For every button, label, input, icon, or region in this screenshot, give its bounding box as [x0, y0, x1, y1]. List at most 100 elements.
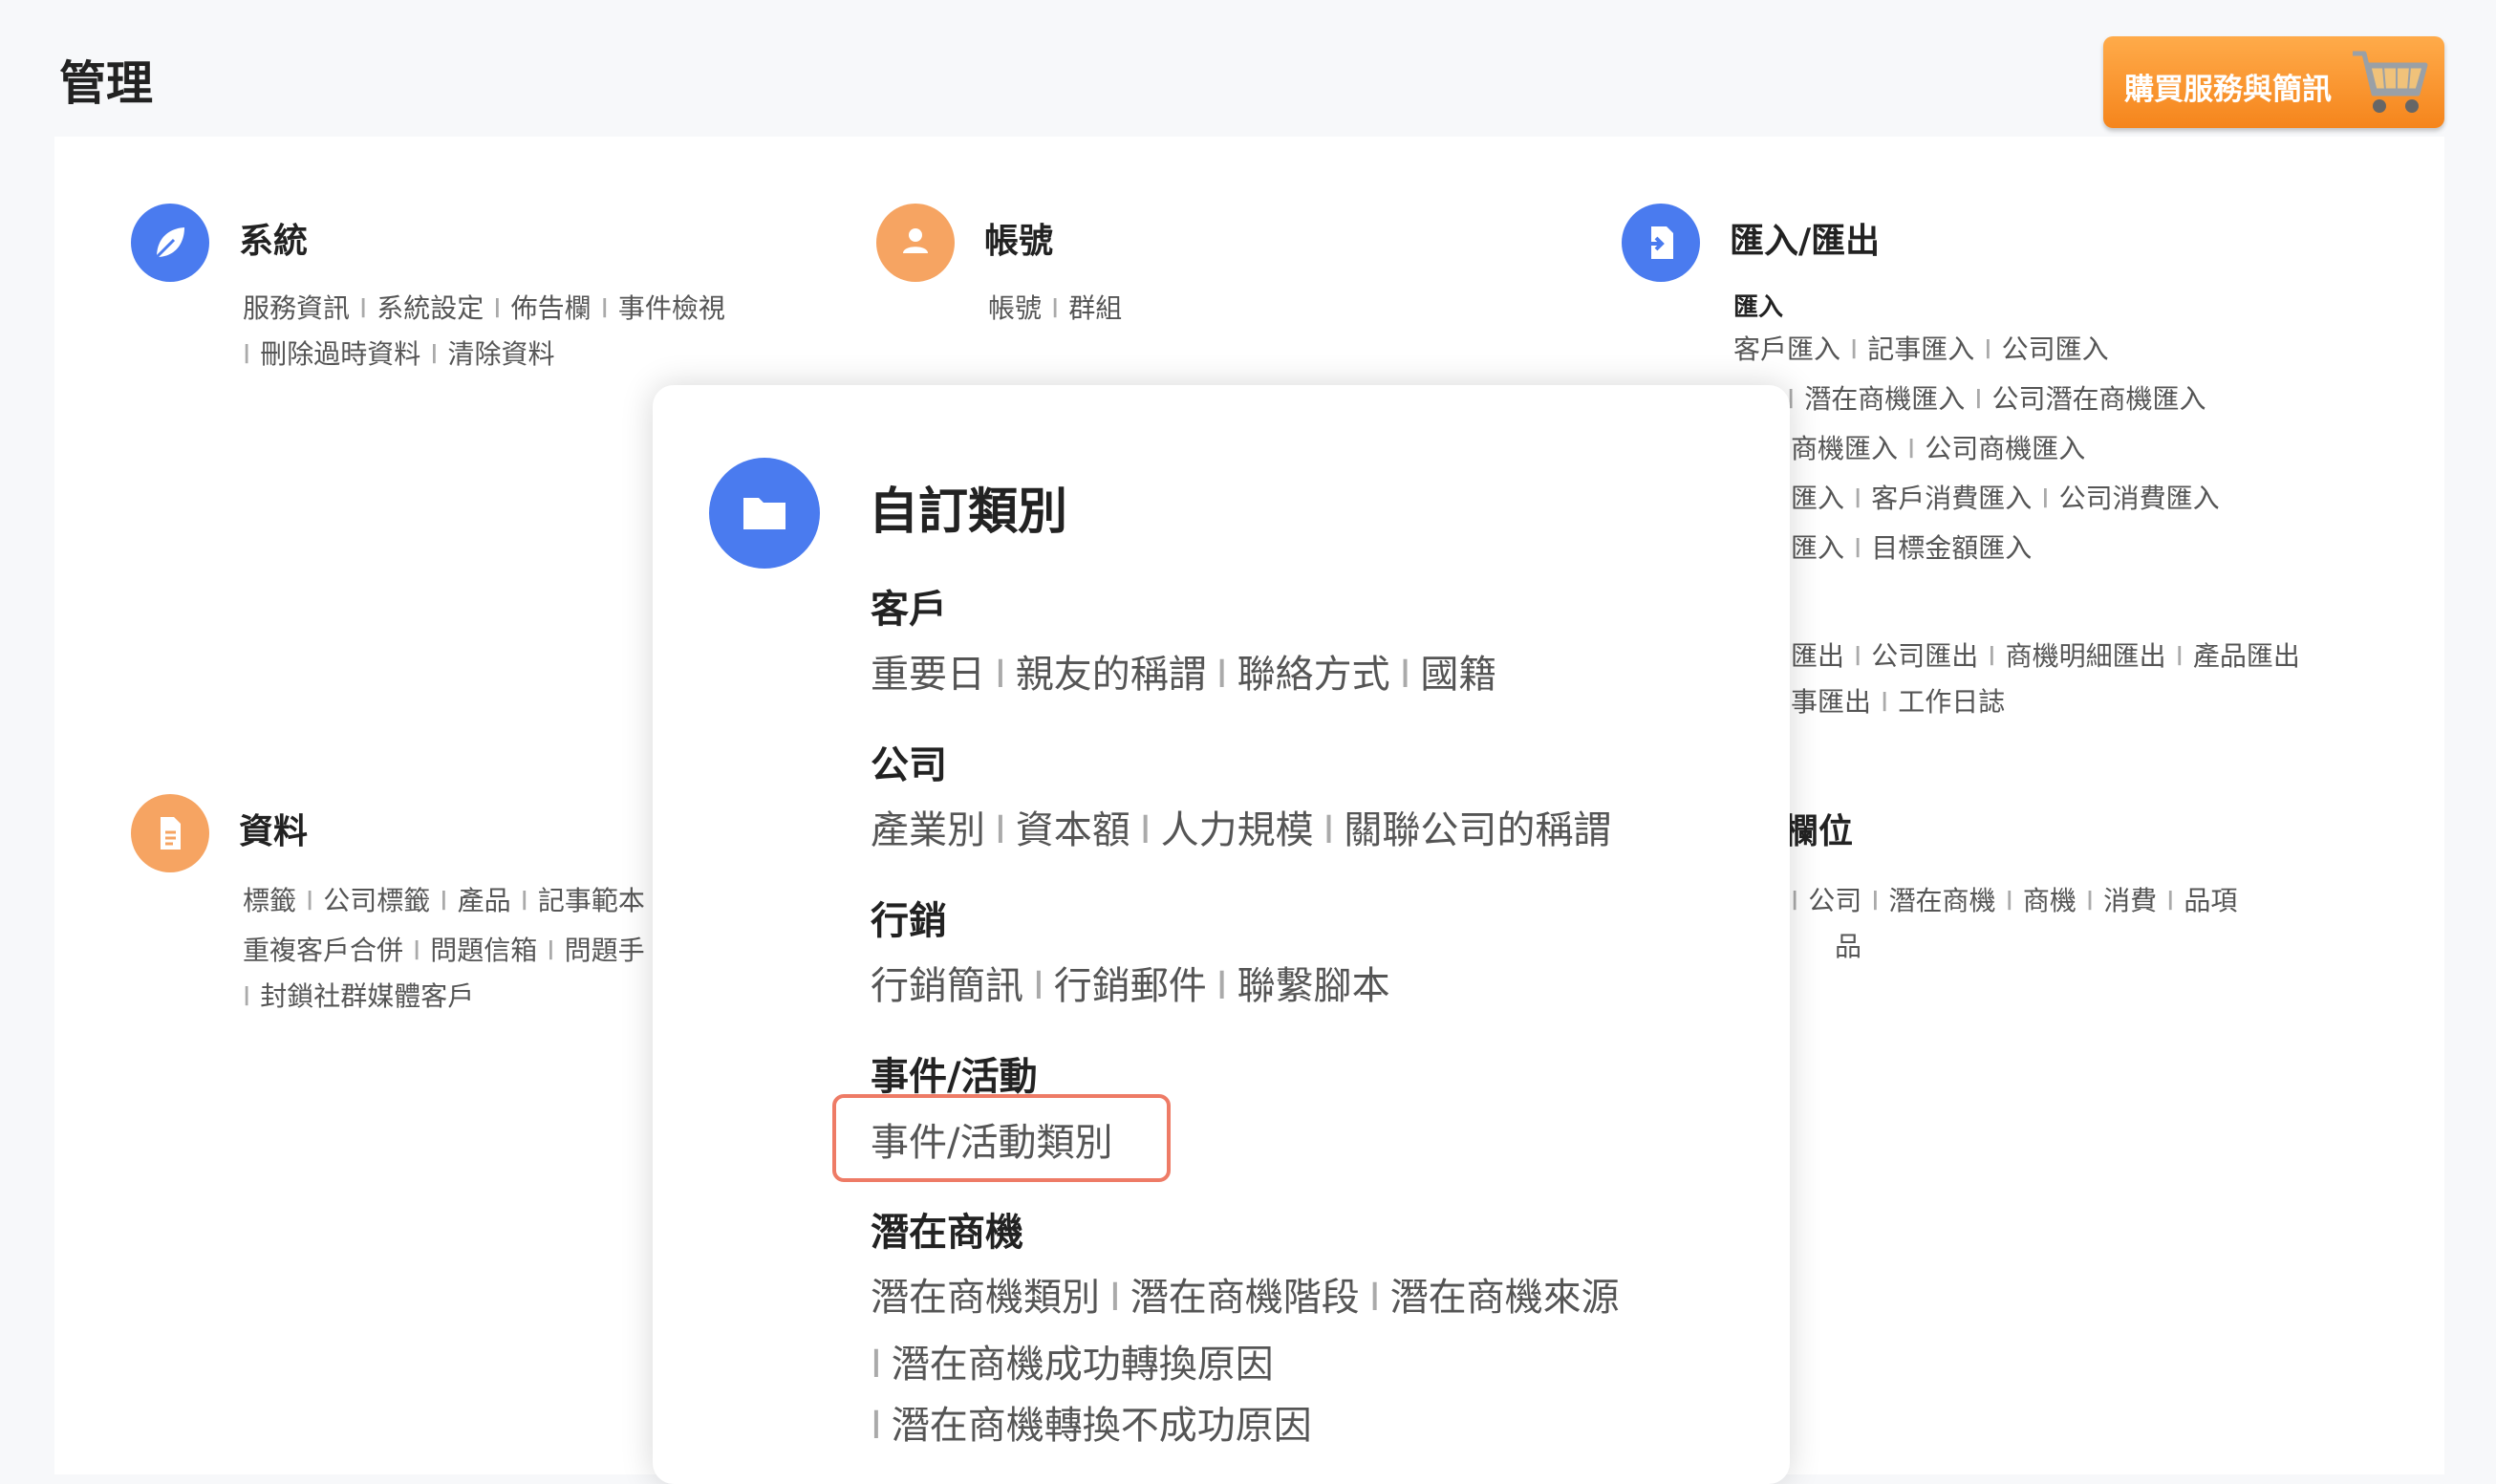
- separator: I: [1791, 885, 1799, 916]
- link-event-view[interactable]: 事件檢視: [618, 292, 725, 324]
- link-company-import[interactable]: 公司匯入: [2002, 333, 2109, 365]
- import-links-row-1: 客戶匯入 I 記事匯入 I 公司匯入: [1733, 329, 2109, 367]
- link-lead-failure-reasons[interactable]: 潛在商機轉換不成功原因: [892, 1404, 1312, 1448]
- link-lead-stages[interactable]: 潛在商機階段: [1130, 1276, 1360, 1320]
- link-note-templates[interactable]: 記事範本: [538, 885, 645, 916]
- link-export-partial[interactable]: 匯出: [1791, 640, 1844, 672]
- separator: I: [440, 885, 448, 916]
- separator: I: [1216, 653, 1228, 697]
- link-note-import[interactable]: 記事匯入: [1867, 333, 1974, 365]
- lead-group-heading: 潛在商機: [871, 1211, 1023, 1255]
- account-links-row-1: 帳號 I 群組: [988, 288, 1122, 326]
- data-links-row-2: 重複客戶合併 I 問題信箱 I 問題手: [243, 930, 645, 968]
- company-group-heading: 公司: [871, 743, 947, 787]
- link-bulletin-board[interactable]: 佈告欄: [511, 292, 592, 324]
- link-affiliated-company-titles[interactable]: 關聯公司的稱謂: [1344, 808, 1611, 852]
- link-merge-duplicate-customers[interactable]: 重複客戶合併: [243, 935, 403, 966]
- link-clear-data[interactable]: 清除資料: [448, 338, 555, 370]
- link-service-info[interactable]: 服務資訊: [243, 292, 350, 324]
- link-groups[interactable]: 群組: [1068, 292, 1122, 324]
- link-customer-import[interactable]: 客戶匯入: [1733, 333, 1840, 365]
- account-section-icon: [876, 204, 955, 282]
- link-import-partial[interactable]: 匯入: [1791, 483, 1844, 514]
- link-company-tags[interactable]: 公司標籤: [323, 885, 430, 916]
- link-company-lead-import[interactable]: 公司潛在商機匯入: [1992, 383, 2206, 415]
- link-important-dates[interactable]: 重要日: [871, 653, 985, 697]
- data-links-row-3: I 封鎖社群媒體客戶: [243, 976, 474, 1014]
- fields-links-row-1: I 公司 I 潛在商機 I 商機 I 消費 I 品項: [1791, 880, 2237, 918]
- link-lead-success-reasons[interactable]: 潛在商機成功轉換原因: [892, 1343, 1274, 1387]
- link-industry[interactable]: 產業別: [871, 808, 985, 852]
- link-marketing-sms[interactable]: 行銷簡訊: [871, 964, 1023, 1008]
- link-issue-inbox[interactable]: 問題信箱: [430, 935, 537, 966]
- import-file-icon: [1646, 226, 1673, 259]
- link-target-amount-import[interactable]: 目標金額匯入: [1871, 532, 2032, 564]
- link-product-export[interactable]: 產品匯出: [2193, 640, 2300, 672]
- separator: I: [995, 808, 1006, 852]
- link-delete-old-data[interactable]: 刪除過時資料: [260, 338, 420, 370]
- link-system-settings[interactable]: 系統設定: [377, 292, 484, 324]
- marketing-group-links: 行銷簡訊 I 行銷郵件 I 聯繫腳本: [871, 955, 1390, 1010]
- link-field-opportunity[interactable]: 商機: [2023, 885, 2076, 916]
- link-company-export[interactable]: 公司匯出: [1871, 640, 1978, 672]
- link-lead-import[interactable]: 潛在商機匯入: [1804, 383, 1965, 415]
- separator: I: [359, 292, 368, 324]
- link-issue-partial[interactable]: 問題手: [565, 935, 645, 966]
- custom-categories-card: 自訂類別 客戶 重要日 I 親友的稱謂 I 聯絡方式 I 國籍 公司 產業別 I 資本額 I 人力規…: [653, 385, 1790, 1484]
- link-nationality[interactable]: 國籍: [1420, 653, 1496, 697]
- link-field-item[interactable]: 品項: [2184, 885, 2237, 916]
- link-block-social-customers[interactable]: 封鎖社群媒體客戶: [260, 980, 474, 1012]
- user-icon: [903, 228, 928, 253]
- link-field-partial[interactable]: 品: [1835, 931, 1861, 962]
- link-capital[interactable]: 資本額: [1016, 808, 1130, 852]
- link-field-purchase[interactable]: 消費: [2103, 885, 2157, 916]
- link-lead-sources[interactable]: 潛在商機來源: [1390, 1276, 1620, 1320]
- link-field-lead[interactable]: 潛在商機: [1889, 885, 1996, 916]
- link-marketing-email[interactable]: 行銷郵件: [1054, 964, 1207, 1008]
- link-export-partial-2[interactable]: 事匯出: [1791, 686, 1871, 718]
- link-tags[interactable]: 標籤: [243, 885, 296, 916]
- link-products[interactable]: 產品: [458, 885, 511, 916]
- data-title: 資料: [239, 812, 309, 851]
- buy-services-label: 購買服務與簡訊: [2124, 73, 2332, 107]
- link-accounts[interactable]: 帳號: [988, 292, 1042, 324]
- fields-links-row-2: 品: [1835, 926, 1861, 964]
- separator: I: [1984, 333, 1992, 365]
- link-event-categories[interactable]: 事件/活動類別: [871, 1121, 1112, 1165]
- system-links-row-1: 服務資訊 I 系統設定 I 佈告欄 I 事件檢視: [243, 288, 725, 326]
- export-links-row-2: 事匯出 I 工作日誌: [1791, 681, 2005, 720]
- link-customer-purchase-import[interactable]: 客戶消費匯入: [1871, 483, 2032, 514]
- import-links-row-5: 匯入 I 目標金額匯入: [1791, 527, 2032, 566]
- system-links-row-2: I 刪除過時資料 I 清除資料: [243, 333, 555, 372]
- buy-services-button[interactable]: 購買服務與簡訊: [2103, 36, 2444, 128]
- separator: I: [243, 980, 251, 1012]
- separator: I: [2041, 483, 2050, 514]
- document-icon: [161, 817, 181, 850]
- link-company-purchase-import[interactable]: 公司消費匯入: [2059, 483, 2220, 514]
- link-company-opportunity-import[interactable]: 公司商機匯入: [1925, 433, 2085, 464]
- separator: I: [1139, 808, 1151, 852]
- link-lead-categories[interactable]: 潛在商機類別: [871, 1276, 1100, 1320]
- link-opportunity-import[interactable]: 商機匯入: [1791, 433, 1898, 464]
- import-links-row-4: 匯入 I 客戶消費匯入 I 公司消費匯入: [1791, 478, 2220, 516]
- separator: I: [1881, 686, 1889, 718]
- link-work-log[interactable]: 工作日誌: [1898, 686, 2005, 718]
- data-links-row-1: 標籤 I 公司標籤 I 產品 I 記事範本: [243, 880, 645, 918]
- customer-group-heading: 客戶: [871, 588, 947, 632]
- separator: I: [2085, 885, 2095, 916]
- separator: I: [1051, 292, 1060, 324]
- marketing-group-heading: 行銷: [871, 899, 947, 943]
- link-contact-script[interactable]: 聯繫腳本: [1237, 964, 1390, 1008]
- data-section-icon: [131, 794, 209, 872]
- link-opportunity-detail-export[interactable]: 商機明細匯出: [2006, 640, 2166, 672]
- separator: I: [2175, 640, 2184, 672]
- link-relationship-titles[interactable]: 親友的稱謂: [1016, 653, 1207, 697]
- link-import-partial[interactable]: 匯入: [1791, 532, 1844, 564]
- link-workforce-size[interactable]: 人力規模: [1161, 808, 1314, 852]
- customer-group-links: 重要日 I 親友的稱謂 I 聯絡方式 I 國籍: [871, 643, 1496, 699]
- separator: I: [995, 653, 1006, 697]
- custom-categories-title: 自訂類別: [869, 484, 1068, 541]
- link-contact-methods[interactable]: 聯絡方式: [1237, 653, 1390, 697]
- company-group-links: 產業別 I 資本額 I 人力規模 I 關聯公司的稱謂: [871, 799, 1611, 854]
- link-field-company[interactable]: 公司: [1808, 885, 1861, 916]
